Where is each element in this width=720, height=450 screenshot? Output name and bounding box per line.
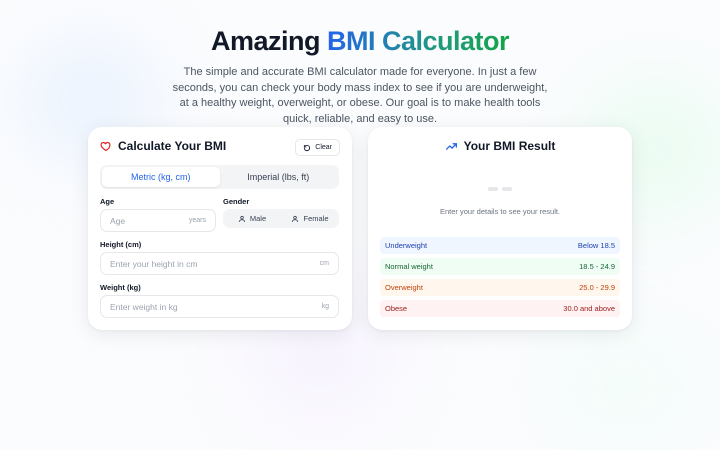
gender-male-label: Male bbox=[249, 214, 267, 223]
hero: Amazing BMI Calculator The simple and ac… bbox=[0, 26, 720, 127]
age-unit: years bbox=[188, 217, 206, 224]
range-row-underweight: Underweight Below 18.5 bbox=[380, 237, 620, 254]
user-icon bbox=[238, 215, 245, 222]
clear-label: Clear bbox=[315, 144, 332, 151]
heart-icon bbox=[100, 141, 111, 152]
result-card: Your BMI Result Enter your details to se… bbox=[368, 127, 632, 330]
calculator-title: Calculate Your BMI bbox=[118, 139, 227, 153]
title-accent: BMI Calculator bbox=[327, 26, 510, 56]
bmi-ranges: Underweight Below 18.5 Normal weight 18.… bbox=[380, 237, 620, 321]
placeholder-dash bbox=[502, 187, 512, 191]
calculator-header: Calculate Your BMI bbox=[100, 139, 226, 153]
clear-button[interactable]: Clear bbox=[295, 139, 340, 156]
range-row-obese: Obese 30.0 and above bbox=[380, 300, 620, 317]
result-placeholder bbox=[488, 187, 512, 191]
weight-input[interactable] bbox=[110, 301, 318, 312]
reset-icon bbox=[304, 144, 311, 151]
range-value: Below 18.5 bbox=[577, 241, 615, 250]
weight-unit: kg bbox=[321, 303, 329, 310]
gender-label: Gender bbox=[223, 197, 250, 206]
age-label: Age bbox=[100, 197, 115, 206]
height-field: cm bbox=[100, 252, 339, 275]
calculator-card: Calculate Your BMI Clear Metric (kg, cm)… bbox=[88, 127, 352, 330]
range-name: Obese bbox=[385, 304, 408, 313]
tab-imperial[interactable]: Imperial (lbs, ft) bbox=[220, 167, 338, 187]
range-value: 30.0 and above bbox=[563, 304, 615, 313]
gender-female-label: Female bbox=[303, 214, 329, 223]
range-name: Normal weight bbox=[385, 262, 433, 271]
age-field: years bbox=[100, 209, 216, 232]
placeholder-dash bbox=[488, 187, 498, 191]
result-hint: Enter your details to see your result. bbox=[439, 207, 561, 216]
gender-option-male[interactable]: Male bbox=[223, 209, 281, 228]
page-subtitle: The simple and accurate BMI calculator m… bbox=[172, 66, 548, 125]
range-name: Underweight bbox=[385, 241, 428, 250]
weight-label: Weight (kg) bbox=[100, 283, 141, 292]
range-value: 25.0 - 29.9 bbox=[579, 283, 615, 292]
height-unit: cm bbox=[319, 260, 329, 267]
gender-selector: Male Female bbox=[223, 209, 339, 228]
age-input[interactable] bbox=[110, 215, 185, 226]
result-header: Your BMI Result bbox=[368, 139, 632, 153]
range-value: 18.5 - 24.9 bbox=[579, 262, 615, 271]
background-blob bbox=[540, 330, 710, 440]
page-title: Amazing BMI Calculator bbox=[0, 26, 720, 57]
range-row-overweight: Overweight 25.0 - 29.9 bbox=[380, 279, 620, 296]
title-prefix: Amazing bbox=[210, 26, 321, 56]
range-row-normal: Normal weight 18.5 - 24.9 bbox=[380, 258, 620, 275]
range-name: Overweight bbox=[385, 283, 423, 292]
height-label: Height (cm) bbox=[100, 240, 142, 249]
tab-metric[interactable]: Metric (kg, cm) bbox=[102, 167, 220, 187]
unit-tabs: Metric (kg, cm) Imperial (lbs, ft) bbox=[100, 165, 339, 189]
result-title: Your BMI Result bbox=[463, 139, 556, 153]
height-input[interactable] bbox=[110, 258, 316, 269]
user-icon bbox=[292, 215, 299, 222]
gender-option-female[interactable]: Female bbox=[281, 209, 339, 228]
trending-up-icon bbox=[445, 142, 457, 150]
weight-field: kg bbox=[100, 295, 339, 318]
